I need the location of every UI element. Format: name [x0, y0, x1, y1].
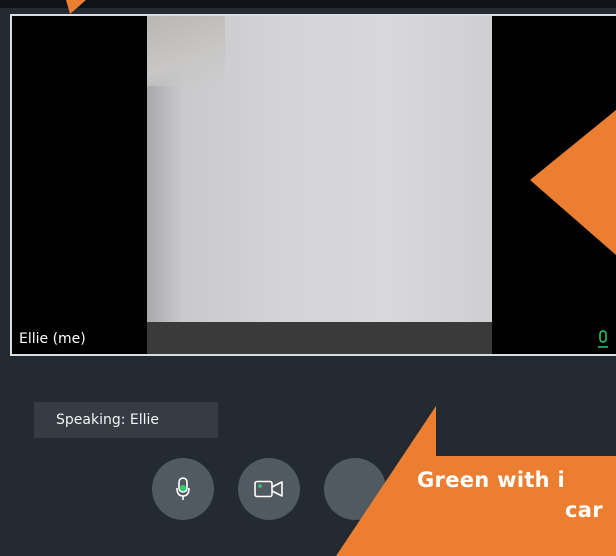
mic-level-icon: [598, 330, 608, 348]
video-tile: Ellie (me): [10, 14, 616, 356]
camera-feed: [147, 16, 492, 324]
participant-name-label: Ellie (me): [19, 331, 86, 347]
microphone-icon: [176, 477, 190, 500]
annotation-text-line1: Green with i: [417, 468, 566, 492]
video-tile-bar-shade: [147, 322, 492, 354]
microphone-toggle-button[interactable]: [152, 458, 214, 520]
annotation-arrow-right: [530, 110, 616, 255]
video-tile-bar: Ellie (me): [12, 322, 616, 354]
camera-toggle-button[interactable]: [238, 458, 300, 520]
video-camera-icon: [254, 480, 283, 498]
annotation-text-line2: car: [565, 498, 603, 522]
speaking-indicator: Speaking: Ellie: [34, 402, 218, 438]
